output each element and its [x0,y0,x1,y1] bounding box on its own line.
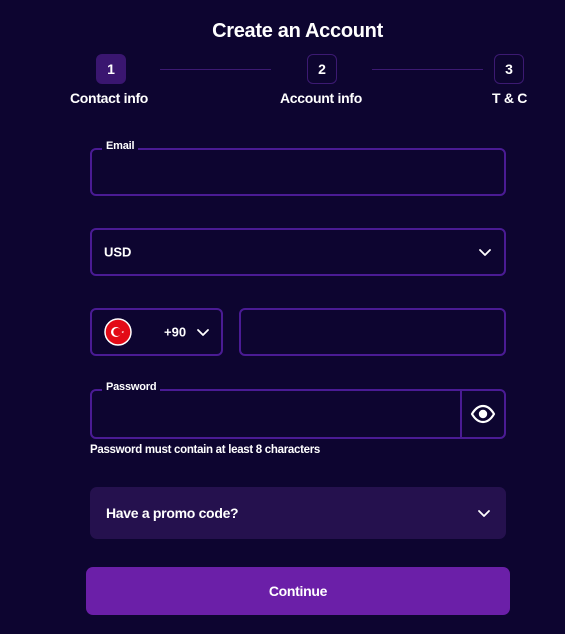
step-2-label: Account info [280,90,362,106]
email-label: Email [102,140,139,152]
step-1-indicator[interactable]: 1 [96,54,126,84]
create-account-form: Create an Account 1 2 3 Contact info Acc… [0,0,565,634]
email-field[interactable]: Email [90,140,506,196]
chevron-down-icon [478,510,490,517]
currency-selected-value: USD [104,244,132,260]
step-connector-2 [372,69,483,70]
promo-code-toggle[interactable]: Have a promo code? [90,487,506,539]
promo-code-label: Have a promo code? [106,505,239,521]
password-requirement-hint: Password must contain at least 8 charact… [90,444,320,456]
page-title: Create an Account [212,20,383,42]
password-toggle-divider [460,391,462,437]
country-code-value: +90 [164,324,187,340]
step-3-label: T & C [492,90,528,106]
password-label: Password [102,381,161,393]
step-1-label: Contact info [70,90,149,106]
step-2-indicator[interactable]: 2 [307,54,337,84]
continue-button[interactable]: Continue [86,567,510,615]
step-2-number: 2 [318,61,326,77]
turkey-flag-icon [104,318,132,346]
password-field[interactable]: Password [90,381,506,439]
chevron-down-icon [479,249,491,256]
eye-icon[interactable] [470,401,496,427]
country-code-select[interactable]: +90 [90,308,223,356]
step-3-indicator[interactable]: 3 [494,54,524,84]
chevron-down-icon [197,329,209,336]
step-connector-1 [160,69,271,70]
step-1-number: 1 [107,61,115,77]
currency-select[interactable]: USD [90,228,506,276]
step-3-number: 3 [505,61,513,77]
phone-number-field[interactable] [239,308,506,356]
